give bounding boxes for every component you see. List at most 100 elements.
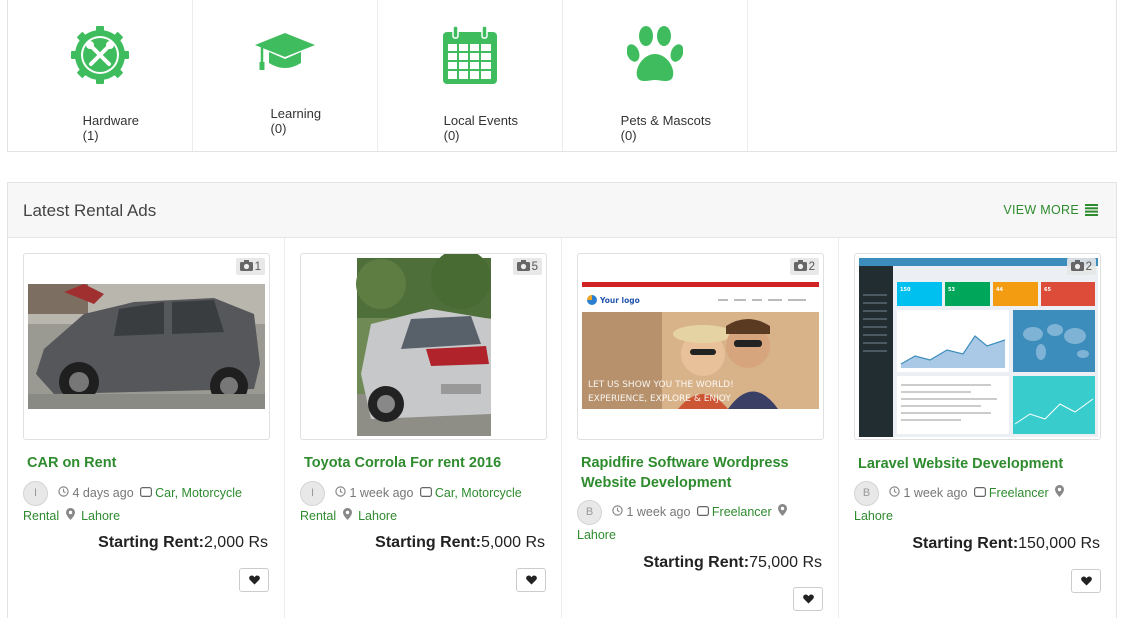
category-strip: Hardware (1) Learning (0) Local Events (… (7, 0, 1117, 152)
stat-tile-4: 65 (1044, 287, 1051, 293)
ad-category[interactable]: Freelancer (712, 505, 772, 519)
ad-time: 1 week ago (626, 504, 691, 519)
ad-thumbnail[interactable]: 2 150 53 44 65 (854, 253, 1101, 440)
ad-meta: B 1 week ago Freelancer Lahore (854, 481, 1104, 527)
starting-rent: Starting Rent:75,000 Rs (643, 554, 822, 572)
starting-rent: Starting Rent:5,000 Rs (375, 534, 545, 552)
ad-time: 1 week ago (903, 485, 968, 500)
ad-meta: I 1 week ago Car, Motorcycle Rental Laho… (300, 481, 550, 527)
ad-time: 4 days ago (72, 485, 134, 500)
category-pets-mascots[interactable]: Pets & Mascots (0) (563, 0, 748, 151)
ad-title[interactable]: Toyota Corrola For rent 2016 (304, 453, 544, 473)
avatar[interactable]: B (577, 500, 602, 525)
ad-thumbnail[interactable]: 1 (23, 253, 270, 440)
favorite-button[interactable] (1071, 569, 1101, 593)
ad-category-tail[interactable]: Rental (23, 509, 59, 523)
rent-label: Starting Rent: (375, 534, 481, 551)
photo-count-badge: 2 (1066, 258, 1096, 275)
category-label: Pets & Mascots (620, 113, 711, 128)
ad-category[interactable]: Car, Motorcycle (155, 486, 242, 500)
category-hardware[interactable]: Hardware (1) (8, 0, 193, 151)
avatar[interactable]: I (300, 481, 325, 506)
ad-card: 2 Your logo LET US SHOW YOU THE WORLD! E… (562, 238, 839, 618)
stat-tile-3: 44 (996, 287, 1003, 293)
camera-icon (239, 259, 253, 274)
car-photo (356, 254, 491, 436)
website-screenshot: Your logo LET US SHOW YOU THE WORLD! EXP… (582, 282, 819, 409)
ad-card: 5 Toyota Corrola For rent 2016 I 1 week … (285, 238, 562, 618)
ad-title[interactable]: Rapidfire Software Wordpress Website Dev… (581, 453, 821, 493)
camera-icon (1070, 259, 1084, 274)
calendar-icon (441, 24, 499, 86)
photo-count: 5 (531, 260, 538, 273)
view-more-label: VIEW MORE (1003, 203, 1079, 217)
category-learning[interactable]: Learning (0) (193, 0, 378, 151)
photo-count: 2 (1085, 260, 1092, 273)
ad-cards: 1 CAR on Rent I 4 days ago Car, Motorcyc… (8, 238, 1116, 618)
hero-line-2: EXPERIENCE, EXPLORE & ENJOY (588, 394, 731, 404)
panel-title: Latest Rental Ads (23, 201, 157, 220)
camera-icon (793, 259, 807, 274)
ad-category[interactable]: Car, Motorcycle (435, 486, 522, 500)
heart-icon (525, 575, 537, 585)
clock-icon (889, 483, 901, 504)
logo-text: Your logo (599, 296, 640, 305)
folder-icon (696, 502, 709, 523)
gear-tools-icon (69, 24, 131, 86)
ad-category[interactable]: Freelancer (989, 486, 1049, 500)
stat-tile-1: 150 (900, 287, 911, 293)
stat-tile-2: 53 (948, 287, 955, 293)
avatar[interactable]: B (854, 481, 879, 506)
clock-icon (58, 483, 70, 504)
category-local-events[interactable]: Local Events (0) (378, 0, 563, 151)
ad-location[interactable]: Lahore (358, 509, 397, 523)
ad-location[interactable]: Lahore (577, 528, 616, 542)
photo-count: 2 (808, 260, 815, 273)
clock-icon (612, 502, 624, 523)
favorite-button[interactable] (793, 587, 823, 611)
category-label: Local Events (443, 113, 519, 128)
starting-rent: Starting Rent:2,000 Rs (98, 534, 268, 552)
ad-title[interactable]: Laravel Website Development (858, 454, 1098, 474)
rental-ads-panel: Latest Rental Ads VIEW MORE 1 CAR on Ren… (7, 182, 1117, 618)
clock-icon (335, 483, 347, 504)
category-count: (0) (620, 128, 637, 143)
ad-card: 1 CAR on Rent I 4 days ago Car, Motorcyc… (8, 238, 285, 618)
folder-icon (419, 483, 432, 504)
view-more-link[interactable]: VIEW MORE (1003, 203, 1098, 217)
rent-label: Starting Rent: (98, 534, 204, 551)
ad-meta: I 4 days ago Car, Motorcycle Rental Laho… (23, 481, 273, 527)
ad-category-tail[interactable]: Rental (300, 509, 336, 523)
category-label: Hardware (82, 113, 140, 128)
ad-title[interactable]: CAR on Rent (27, 453, 267, 473)
photo-count-badge: 2 (789, 258, 819, 275)
camera-icon (516, 259, 530, 274)
ad-thumbnail[interactable]: 5 (300, 253, 547, 440)
ad-location[interactable]: Lahore (854, 509, 893, 523)
paw-icon (627, 24, 683, 86)
ad-meta: B 1 week ago Freelancer Lahore (577, 500, 827, 546)
favorite-button[interactable] (239, 568, 269, 592)
category-count: (0) (270, 121, 287, 136)
heart-icon (1080, 576, 1092, 586)
ad-location[interactable]: Lahore (81, 509, 120, 523)
folder-icon (140, 483, 153, 504)
photo-count: 1 (254, 260, 261, 273)
ad-time: 1 week ago (349, 485, 414, 500)
starting-rent: Starting Rent:150,000 Rs (912, 535, 1100, 553)
folder-icon (973, 483, 986, 504)
rent-label: Starting Rent: (912, 535, 1019, 552)
ad-thumbnail[interactable]: 2 Your logo LET US SHOW YOU THE WORLD! E… (577, 253, 824, 440)
rent-value: 2,000 Rs (203, 534, 268, 551)
rent-value: 5,000 Rs (480, 534, 545, 551)
location-pin-icon (342, 506, 352, 527)
avatar[interactable]: I (23, 481, 48, 506)
car-photo (28, 284, 265, 409)
heart-icon (248, 575, 260, 585)
favorite-button[interactable] (516, 568, 546, 592)
photo-count-badge: 1 (235, 258, 265, 275)
graduation-cap-icon (254, 24, 316, 79)
photo-count-badge: 5 (512, 258, 542, 275)
location-pin-icon (65, 506, 75, 527)
heart-icon (802, 594, 814, 604)
